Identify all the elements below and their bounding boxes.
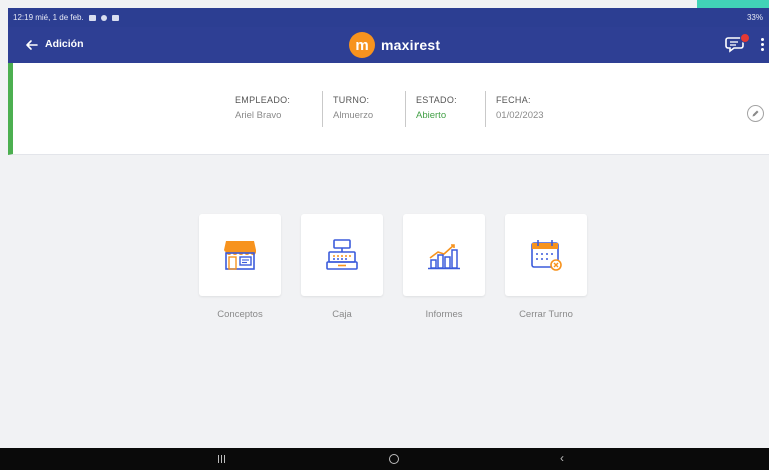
status-bar: 12:19 mié, 1 de feb. 33% xyxy=(8,8,769,27)
tile-label-conceptos: Conceptos xyxy=(217,309,263,320)
gallery-notification-icon xyxy=(88,14,96,21)
home-button[interactable] xyxy=(389,454,399,464)
cash-register-icon xyxy=(326,239,358,270)
shift-info-panel: EMPLEADO: Ariel Bravo TURNO: Almuerzo ES… xyxy=(8,63,769,155)
status-field: ESTADO: Abierto xyxy=(416,93,457,123)
cloud-notification-icon xyxy=(111,14,119,21)
screen-title: Adición xyxy=(45,38,84,50)
tile-cerrar-turno[interactable] xyxy=(505,214,587,296)
storefront-icon xyxy=(224,241,256,270)
date-field: FECHA: 01/02/2023 xyxy=(496,93,544,123)
divider xyxy=(405,91,406,127)
pencil-icon xyxy=(752,110,759,117)
status-value: Abierto xyxy=(416,110,447,121)
tile-informes[interactable] xyxy=(403,214,485,296)
notification-badge xyxy=(740,33,750,43)
tile-conceptos[interactable] xyxy=(199,214,281,296)
shift-value: Almuerzo xyxy=(333,110,374,121)
brand-mark: m xyxy=(349,32,375,58)
bar-chart-icon xyxy=(428,244,460,270)
tile-label-informes: Informes xyxy=(425,309,463,320)
tile-label-cerrar-turno: Cerrar Turno xyxy=(519,309,573,320)
status-time: 12:19 mié, 1 de feb. xyxy=(13,13,84,22)
brand-logo: m maxirest xyxy=(349,32,440,58)
recents-button[interactable] xyxy=(218,455,225,463)
employee-value: Ariel Bravo xyxy=(235,110,282,121)
battery-level: 33% xyxy=(746,13,763,22)
settings-notification-icon xyxy=(100,14,107,21)
system-navigation-bar: ‹ xyxy=(0,448,769,470)
date-label: FECHA: xyxy=(496,95,531,105)
back-arrow-icon[interactable] xyxy=(23,36,41,54)
employee-field: EMPLEADO: Ariel Bravo xyxy=(235,93,290,123)
messages-button[interactable] xyxy=(725,33,750,56)
tile-caja[interactable] xyxy=(301,214,383,296)
brand-name: maxirest xyxy=(381,37,441,53)
divider xyxy=(485,91,486,127)
more-options-icon[interactable] xyxy=(758,36,766,54)
edit-button[interactable] xyxy=(747,105,764,122)
system-back-button[interactable]: ‹ xyxy=(560,451,564,465)
shift-field: TURNO: Almuerzo xyxy=(333,93,373,123)
date-value: 01/02/2023 xyxy=(496,110,544,121)
shift-label: TURNO: xyxy=(333,95,370,105)
app-bar: Adición m maxirest xyxy=(8,27,769,63)
tile-label-caja: Caja xyxy=(332,309,352,320)
divider xyxy=(322,91,323,127)
calendar-close-icon xyxy=(531,240,562,271)
employee-label: EMPLEADO: xyxy=(235,95,291,105)
status-label: ESTADO: xyxy=(416,95,457,105)
